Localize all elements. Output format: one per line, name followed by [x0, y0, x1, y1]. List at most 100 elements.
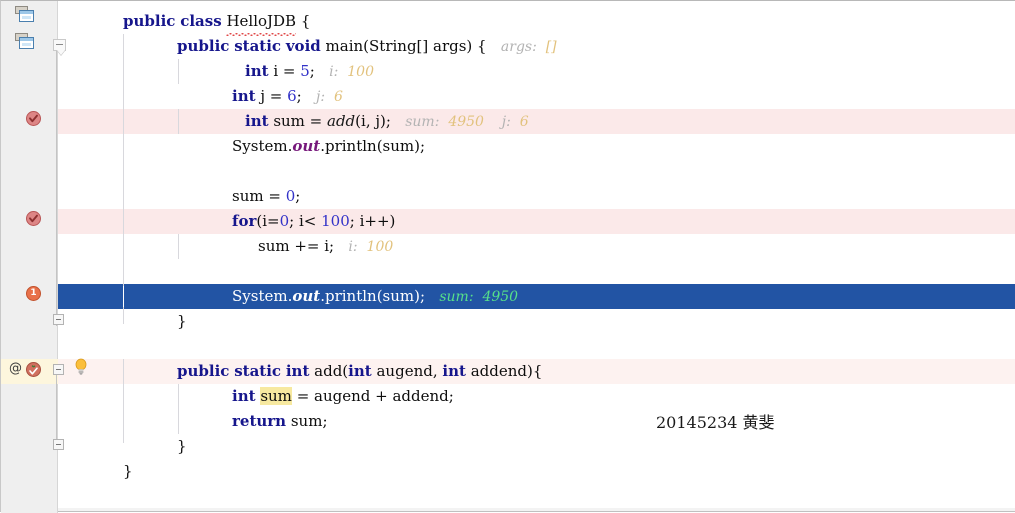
inline-debug-value[interactable]: args: [] — [501, 39, 557, 55]
indent-guide — [178, 109, 179, 134]
code-token: int — [285, 362, 310, 380]
method-marker-icon-front — [19, 37, 34, 49]
code-token: public — [177, 37, 230, 55]
code-token: } — [177, 312, 187, 330]
code-line[interactable]: System.out.println(sum); sum: 4950 — [232, 284, 518, 309]
code-token: class — [180, 12, 222, 30]
indent-guide — [178, 59, 179, 84]
code-line[interactable]: public static void main(String[] args) {… — [177, 34, 557, 59]
class-marker-icon-front — [19, 10, 34, 22]
inline-debug-value[interactable]: j: 6 — [316, 89, 343, 105]
code-token: HelloJDB — [226, 9, 296, 36]
code-token: sum = — [232, 187, 286, 205]
indent-guide — [178, 234, 179, 259]
breakpoint-verified-icon[interactable] — [26, 211, 41, 226]
code-token: sum = — [268, 112, 328, 130]
inline-debug-value-part: sum: — [405, 114, 449, 130]
code-token: = augend + addend; — [291, 387, 454, 405]
code-token: 0 — [285, 187, 296, 205]
inline-debug-value-part: j: — [316, 89, 334, 105]
code-token: int — [232, 387, 256, 405]
code-token: 0 — [279, 212, 290, 230]
code-line[interactable]: public class HelloJDB { — [123, 9, 310, 36]
code-token: public — [123, 12, 176, 30]
class-marker-icon[interactable] — [15, 6, 35, 23]
fold-marker-main-close[interactable] — [53, 314, 64, 325]
code-token: ; i++) — [349, 212, 396, 230]
execution-point-badge: 1 — [26, 286, 41, 301]
code-token: augend, — [371, 362, 443, 380]
inline-debug-value[interactable]: sum: 4950 j: 6 — [405, 114, 528, 130]
code-line[interactable]: int sum = augend + addend; — [232, 384, 454, 409]
code-area[interactable]: public class HelloJDB {public static voi… — [58, 1, 1015, 513]
fold-marker-add-close[interactable] — [53, 439, 64, 450]
code-token: add — [327, 112, 356, 130]
code-token: out — [292, 287, 321, 305]
code-token: static — [234, 362, 282, 380]
text-caret — [123, 286, 124, 307]
code-line[interactable]: } — [177, 434, 187, 459]
breakpoint-verified-icon[interactable] — [26, 111, 41, 126]
code-line[interactable]: System.out.println(sum); — [232, 134, 425, 159]
code-token: int — [442, 362, 466, 380]
inline-debug-value-part: 100 — [347, 64, 374, 80]
code-token: 6 — [287, 87, 297, 105]
inline-debug-value-part: i: — [348, 239, 367, 255]
fold-marker-method-main[interactable] — [53, 39, 66, 51]
inline-debug-value-part: 6 — [519, 114, 529, 130]
code-token: int — [245, 112, 269, 130]
code-token: ; i< — [289, 212, 322, 230]
code-token: sum — [260, 387, 292, 405]
code-line[interactable]: int i = 5; i: 100 — [245, 59, 374, 84]
code-line[interactable]: } — [177, 309, 187, 334]
code-token: i = — [268, 62, 301, 80]
annotation-text: 20145234 黄斐 — [656, 413, 775, 432]
inline-debug-value-part: 4950 — [482, 289, 519, 305]
code-token: static — [234, 37, 282, 55]
code-line[interactable]: sum += i; i: 100 — [258, 234, 393, 259]
code-token: j = — [255, 87, 288, 105]
inline-debug-value-part: sum: — [439, 289, 483, 305]
horizontal-scrollbar[interactable] — [58, 508, 1015, 511]
inline-debug-value-part: args: — [500, 39, 546, 55]
code-token: .println(sum); — [320, 137, 426, 155]
code-token: for — [232, 212, 257, 230]
execution-point-icon[interactable]: 1 — [26, 286, 41, 301]
breakpoint-verified-circle — [26, 211, 41, 226]
usage-marker-icon[interactable] — [26, 362, 41, 377]
indent-guide — [123, 359, 124, 443]
code-token: 100 — [321, 212, 350, 230]
code-token: main(String[] args) { — [320, 37, 487, 55]
fold-region-line — [56, 371, 57, 443]
fold-marker-method-add[interactable] — [53, 364, 64, 375]
code-line[interactable]: public static int add(int augend, int ad… — [177, 359, 542, 384]
code-line[interactable]: sum = 0; — [232, 184, 300, 209]
override-marker-icon[interactable]: @ — [9, 362, 22, 376]
code-token: } — [177, 437, 187, 455]
method-marker-icon[interactable] — [15, 33, 35, 50]
code-token: } — [123, 462, 133, 480]
code-line[interactable]: return sum; — [232, 409, 328, 434]
editor-gutter[interactable] — [1, 1, 58, 513]
code-line[interactable]: int j = 6; j: 6 — [232, 84, 343, 109]
inline-debug-value[interactable]: i: 100 — [348, 239, 393, 255]
intention-bulb-icon[interactable] — [74, 358, 88, 375]
code-line[interactable]: for(i=0; i< 100; i++) — [232, 209, 395, 234]
code-line[interactable]: } — [123, 459, 133, 484]
code-line[interactable]: int sum = add(i, j); sum: 4950 j: 6 — [245, 109, 529, 134]
code-token: (i= — [256, 212, 280, 230]
code-token: int — [232, 87, 256, 105]
code-token: return — [232, 412, 287, 430]
gutter-inner — [1, 1, 57, 513]
inline-debug-value[interactable]: sum: 4950 — [439, 289, 518, 305]
inline-debug-value[interactable]: i: 100 — [329, 64, 374, 80]
code-token: int — [245, 62, 269, 80]
code-token: public — [177, 362, 230, 380]
inline-debug-value-part: j: — [483, 114, 520, 130]
code-editor[interactable]: 1 @ public class HelloJDB {public static… — [0, 0, 1015, 513]
inline-debug-value-part: 100 — [366, 239, 394, 255]
